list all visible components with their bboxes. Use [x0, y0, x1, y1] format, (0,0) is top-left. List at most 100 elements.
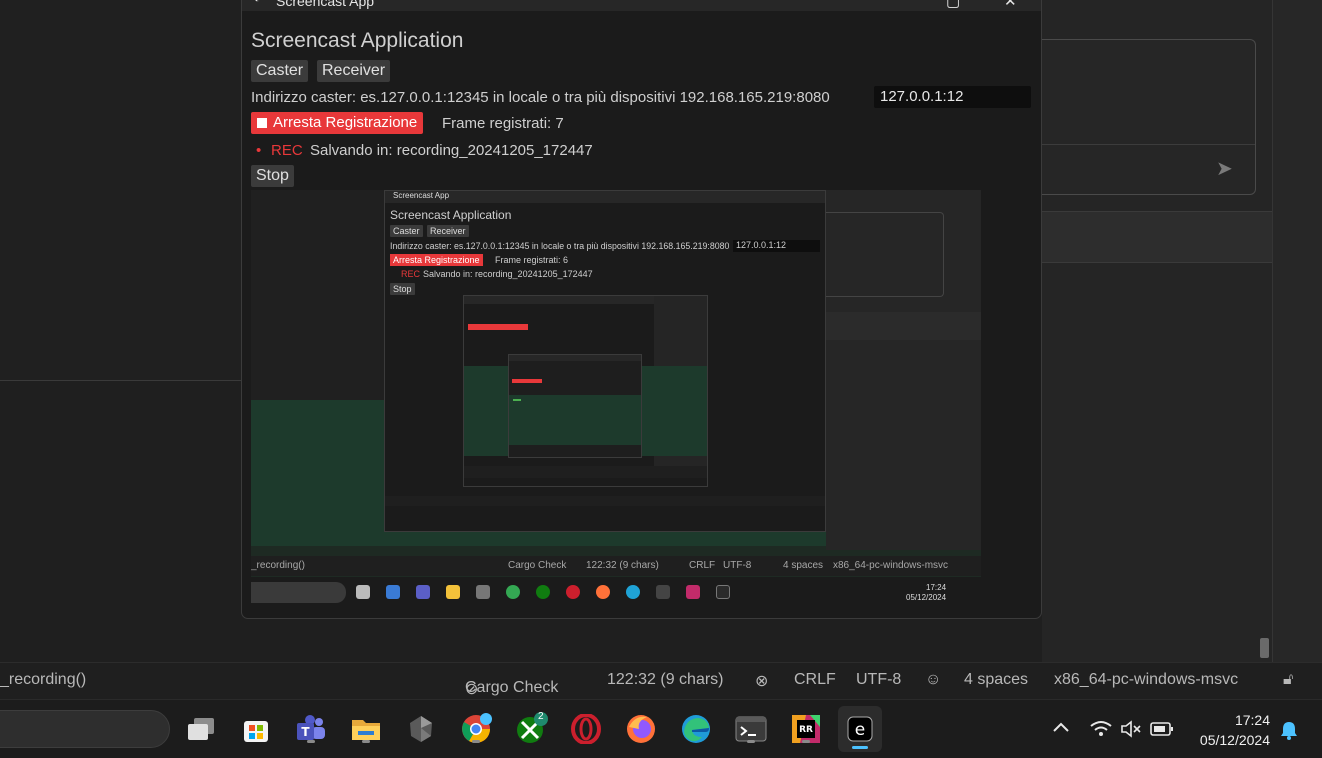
preview-explorer-icon	[446, 585, 460, 599]
ide-tool-strip	[1272, 0, 1322, 662]
preview-wallpaper-3	[509, 395, 641, 445]
running-indicator	[802, 740, 810, 743]
stop-recording-label: Arresta Registrazione	[273, 114, 418, 131]
preview-status-2	[464, 466, 707, 478]
firefox-icon[interactable]	[624, 712, 658, 746]
preview-clock: 17:24 05/12/2024	[906, 583, 946, 603]
status-encoding[interactable]: UTF-8	[856, 671, 901, 689]
preview-status-1	[385, 496, 825, 506]
preview-status-enc: UTF-8	[723, 560, 752, 571]
taskbar-search[interactable]	[0, 710, 170, 748]
status-line-ending[interactable]: CRLF	[794, 671, 836, 689]
running-indicator	[362, 740, 370, 743]
show-hidden-icons-icon[interactable]	[1052, 718, 1070, 758]
obsidian-icon[interactable]	[404, 712, 438, 746]
active-indicator	[852, 746, 868, 749]
assistant-icon[interactable]: ☺	[925, 671, 941, 689]
rustrover-icon[interactable]: RR	[789, 712, 823, 746]
preview-rustrover-icon	[686, 585, 700, 599]
preview-taskbar: 17:24 05/12/2024	[251, 577, 981, 608]
preview-terminal-icon	[656, 585, 670, 599]
svg-text:RR: RR	[799, 725, 813, 735]
running-indicator	[472, 740, 480, 743]
status-indent[interactable]: 4 spaces	[964, 671, 1028, 689]
preview-status-eol: CRLF	[689, 560, 716, 571]
preview-titlebar-3	[509, 355, 641, 361]
preview-screencast-icon	[716, 585, 730, 599]
task-view-icon[interactable]	[184, 712, 218, 746]
ide-editor-area	[0, 0, 241, 381]
preview-saving-path: Salvando in: recording_20241205_172447	[423, 269, 593, 279]
ide-panel-band	[1042, 211, 1272, 263]
preview-app-heading: Screencast Application	[390, 208, 512, 222]
status-cursor-position[interactable]: 122:32 (9 chars)	[607, 671, 724, 689]
status-function[interactable]: _recording()	[0, 671, 86, 689]
window-titlebar: ◐ Screencast App ▢ ✕	[242, 0, 1041, 11]
xbox-badge: 2	[538, 711, 544, 722]
address-input[interactable]: 127.0.0.1:12	[874, 86, 1031, 108]
file-explorer-icon[interactable]	[349, 712, 383, 746]
preview-status-fn: _recording()	[251, 560, 305, 571]
lock-open-icon[interactable]: 🔓︎	[1283, 671, 1293, 689]
app-logo-icon: ◐	[254, 0, 261, 5]
close-icon[interactable]: ✕	[1004, 0, 1017, 10]
preview-taskbar-2	[464, 478, 707, 486]
preview-address-input: 127.0.0.1:12	[733, 240, 820, 252]
preview-nested-window-3	[508, 354, 642, 458]
preview-status-target: x86_64-pc-windows-msvc	[833, 560, 949, 571]
send-icon[interactable]: ➤	[1216, 156, 1233, 180]
edge-icon[interactable]	[679, 712, 713, 746]
status-target[interactable]: x86_64-pc-windows-msvc	[1054, 671, 1238, 689]
preview-rec-label: REC	[401, 269, 421, 279]
maximize-icon[interactable]: ▢	[946, 0, 960, 10]
preview-clock-time: 17:24	[926, 583, 947, 592]
tab-receiver[interactable]: Receiver	[317, 60, 391, 82]
battery-icon[interactable]	[1150, 722, 1174, 758]
scrollbar-thumb[interactable]	[1260, 638, 1269, 658]
stop-square-icon	[257, 118, 267, 128]
frames-count: Frame registrati: 7	[442, 115, 564, 132]
preview-tab-caster: Caster	[390, 225, 423, 237]
wifi-icon[interactable]	[1090, 720, 1112, 758]
running-indicator	[747, 740, 755, 743]
preview-taskbar-1	[385, 507, 825, 531]
svg-text:e: e	[855, 720, 865, 740]
address-label: Indirizzo caster: es.127.0.0.1:12345 in …	[251, 89, 830, 106]
status-cargo-label: Cargo Check	[465, 679, 559, 696]
preview-status-pos: 122:32 (9 chars)	[586, 560, 659, 571]
opera-icon[interactable]	[569, 712, 603, 746]
xbox-icon[interactable]: 2	[514, 711, 548, 746]
preview-rec-button-2	[468, 324, 528, 330]
notification-bell-icon[interactable]	[1280, 720, 1298, 758]
rec-label: REC	[271, 142, 303, 159]
preview-xbox-icon	[536, 585, 550, 599]
clock[interactable]: 17:24 05/12/2024	[1188, 710, 1270, 758]
terminal-icon[interactable]	[734, 712, 768, 746]
clock-date: 05/12/2024	[1199, 732, 1270, 748]
preview-highlight-3	[513, 399, 521, 401]
stop-recording-button[interactable]: Arresta Registrazione	[251, 112, 424, 134]
stop-button[interactable]: Stop	[251, 165, 294, 187]
screencast-app-icon[interactable]: e	[838, 706, 882, 752]
preview-tab-receiver: Receiver	[427, 225, 469, 237]
chrome-icon[interactable]	[459, 712, 493, 746]
saving-path: Salvando in: recording_20241205_172447	[310, 142, 593, 159]
preview-teams-icon	[416, 585, 430, 599]
preview-nested-window-2	[463, 295, 708, 487]
volume-muted-icon[interactable]	[1120, 720, 1142, 758]
windows-taskbar: T 2 RR e 17:24 05/12/2024	[0, 699, 1322, 758]
preview-frames-count: Frame registrati: 6	[495, 255, 569, 265]
copilot-off-icon[interactable]: ⊗	[755, 671, 768, 691]
rec-dot-icon: •	[256, 142, 262, 159]
app-heading: Screencast Application	[251, 29, 464, 52]
divider	[1042, 144, 1255, 145]
ide-statusbar: _recording() ⊘ Cargo Check 122:32 (9 cha…	[0, 662, 1322, 698]
preview-stop-button: Stop	[390, 283, 415, 295]
store-icon[interactable]	[239, 712, 273, 746]
teams-icon[interactable]: T	[294, 712, 328, 746]
screencast-window: ◐ Screencast App ▢ ✕ Screencast Applicat…	[241, 0, 1042, 619]
tab-caster[interactable]: Caster	[251, 60, 309, 82]
preview-opera-icon	[566, 585, 580, 599]
svg-text:T: T	[301, 725, 310, 739]
clock-time: 17:24	[1234, 712, 1270, 728]
